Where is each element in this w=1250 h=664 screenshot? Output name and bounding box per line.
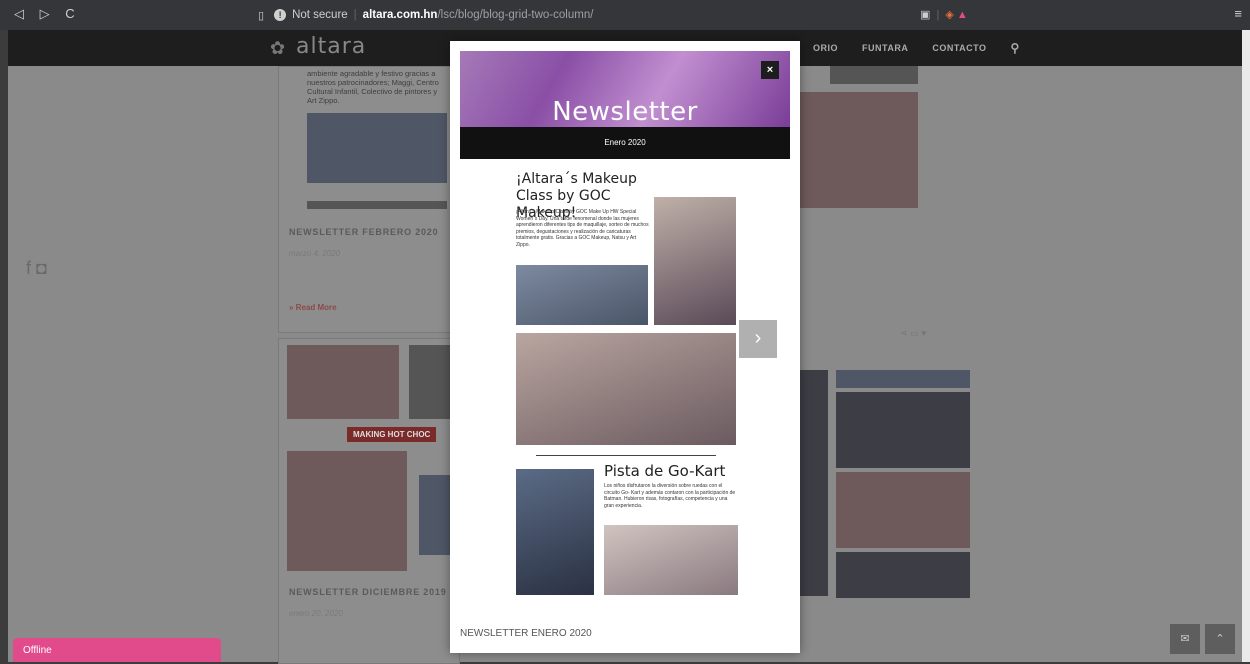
nav-item-contacto[interactable]: CONTACTO bbox=[932, 43, 986, 53]
card-excerpt: ambiente agradable y festivo gracias a n… bbox=[307, 69, 439, 105]
card-image[interactable] bbox=[409, 345, 453, 419]
card-image[interactable] bbox=[287, 345, 399, 419]
makeup-class-photo bbox=[516, 265, 648, 325]
card-image[interactable] bbox=[307, 113, 447, 183]
share-icon[interactable]: ⋖ bbox=[900, 328, 908, 338]
mail-icon: ✉ bbox=[1180, 633, 1190, 645]
card-date: marzo 4, 2020 bbox=[289, 249, 341, 258]
main-nav: ORIO FUNTARA CONTACTO ⚲ bbox=[813, 30, 1020, 66]
instagram-icon[interactable]: ◘ bbox=[36, 258, 47, 278]
close-button[interactable]: × bbox=[761, 61, 779, 79]
card-actions: ⋖ ▭ ♥ bbox=[900, 328, 926, 339]
info-icon[interactable]: ! bbox=[274, 9, 287, 21]
card-image[interactable] bbox=[836, 370, 970, 388]
page-scrollbar[interactable] bbox=[1242, 30, 1250, 662]
browser-nav: ◁ ▷ C bbox=[14, 6, 81, 22]
brave-rewards-icon[interactable]: ▲ bbox=[957, 9, 968, 21]
card-image[interactable] bbox=[836, 472, 970, 548]
security-label: Not secure bbox=[292, 9, 348, 21]
makeup-class-photo bbox=[654, 197, 736, 325]
scroll-top-button[interactable]: ⌃ bbox=[1205, 624, 1235, 654]
read-more-link[interactable]: » Read More bbox=[289, 303, 337, 312]
forward-button[interactable]: ▷ bbox=[40, 6, 56, 21]
browser-menu-icon[interactable]: ≡ bbox=[1234, 6, 1242, 21]
card-image[interactable] bbox=[798, 92, 918, 208]
address-bar[interactable]: ▯ ! Not secure | altara.com.hn /lsc/blog… bbox=[258, 5, 593, 25]
article-title: Pista de Go-Kart bbox=[604, 462, 726, 480]
chat-offline-tab[interactable]: Offline bbox=[13, 638, 221, 662]
facebook-icon[interactable]: f bbox=[26, 258, 31, 278]
card-image[interactable] bbox=[836, 552, 970, 598]
url-path: /lsc/blog/blog-grid-two-column/ bbox=[437, 9, 594, 21]
batman-photo bbox=[516, 469, 594, 595]
next-arrow-button[interactable]: › bbox=[739, 320, 777, 358]
logo-mark-icon: ✿ bbox=[270, 38, 286, 58]
article-divider bbox=[536, 455, 716, 456]
url-host: altara.com.hn bbox=[362, 9, 438, 21]
comment-icon[interactable]: ▭ bbox=[910, 328, 919, 338]
card-image-strip bbox=[307, 201, 447, 209]
reload-button[interactable]: C bbox=[65, 6, 80, 21]
article-text: Los niños disfrutaron la diversión sobre… bbox=[604, 483, 736, 509]
back-button[interactable]: ◁ bbox=[14, 6, 30, 21]
bookmark-icon[interactable]: ▯ bbox=[258, 9, 264, 22]
like-icon[interactable]: ♥ bbox=[921, 328, 926, 338]
card-title[interactable]: NEWSLETTER DICIEMBRE 2019 bbox=[289, 587, 447, 597]
newsletter-body: ¡Altara´s Makeup Class by GOC Makeup! ¡A… bbox=[460, 159, 790, 621]
card-image[interactable] bbox=[287, 451, 407, 571]
translate-icon[interactable]: ▣ bbox=[920, 9, 930, 21]
card-image[interactable] bbox=[836, 392, 970, 468]
blog-card: MAKING HOT CHOC NEWSLETTER DICIEMBRE 201… bbox=[278, 338, 460, 664]
nav-item-funtara[interactable]: FUNTARA bbox=[862, 43, 908, 53]
newsletter-title: Newsletter bbox=[552, 97, 698, 127]
search-icon[interactable]: ⚲ bbox=[1011, 41, 1020, 55]
newsletter-hero: Newsletter bbox=[460, 51, 790, 127]
go-kart-photo bbox=[604, 525, 738, 595]
mail-button[interactable]: ✉ bbox=[1170, 624, 1200, 654]
card-image[interactable] bbox=[830, 66, 918, 84]
extensions-area: ▣ | ◈ ▲ bbox=[920, 9, 968, 21]
browser-toolbar: ◁ ▷ C ▯ ! Not secure | altara.com.hn /ls… bbox=[0, 0, 1250, 30]
card-image[interactable] bbox=[798, 370, 828, 596]
brave-shield-icon[interactable]: ◈ bbox=[945, 9, 953, 21]
card-title[interactable]: NEWSLETTER FEBRERO 2020 bbox=[289, 227, 438, 237]
newsletter-month: Enero 2020 bbox=[604, 138, 646, 147]
newsletter-month-band: Enero 2020 bbox=[460, 127, 790, 159]
card-image[interactable] bbox=[419, 475, 453, 555]
logo-text: altara bbox=[296, 34, 367, 59]
chevron-up-icon: ⌃ bbox=[1215, 633, 1225, 645]
nav-item-directorio[interactable]: ORIO bbox=[813, 43, 838, 53]
social-links: f ◘ bbox=[26, 258, 47, 279]
article-text: ¡Altara´s Makeup Class by GOC Make Up HW… bbox=[516, 209, 649, 248]
event-banner: MAKING HOT CHOC bbox=[347, 427, 437, 442]
caricature-photo bbox=[516, 333, 736, 445]
lightbox-caption: NEWSLETTER ENERO 2020 bbox=[460, 628, 592, 639]
card-date: enero 20, 2020 bbox=[289, 609, 343, 618]
site-logo[interactable]: ✿ altara bbox=[270, 34, 390, 62]
blog-card: ambiente agradable y festivo gracias a n… bbox=[278, 66, 460, 333]
